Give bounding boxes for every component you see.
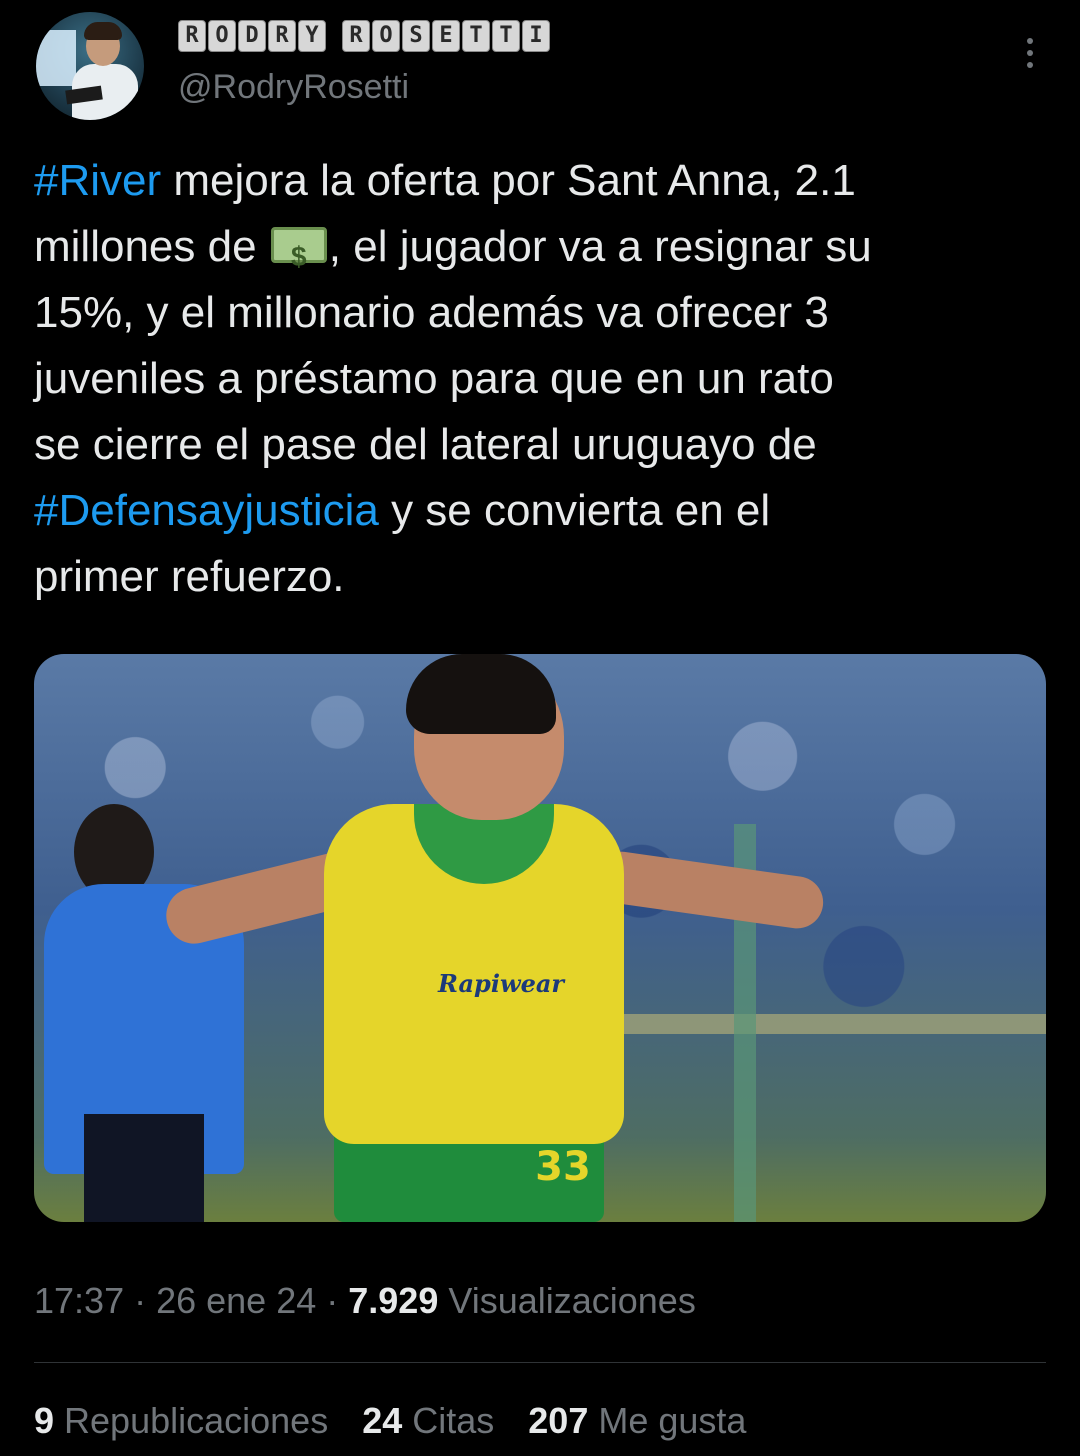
user-handle[interactable]: @RodryRosetti bbox=[178, 68, 409, 107]
name-letter-tile: S bbox=[402, 20, 430, 52]
tweet-text: #River mejora la oferta por Sant Anna, 2… bbox=[34, 148, 1044, 610]
name-letter-tile: E bbox=[432, 20, 460, 52]
name-letter-tile: I bbox=[522, 20, 550, 52]
name-letter-tile: Y bbox=[298, 20, 326, 52]
name-letter-tile: T bbox=[462, 20, 490, 52]
likes-stat[interactable]: 207 Me gusta bbox=[528, 1400, 746, 1442]
views-count: 7.929 bbox=[348, 1280, 439, 1321]
display-name-word: RODRY bbox=[178, 20, 326, 52]
reposts-stat[interactable]: 9 Republicaciones bbox=[34, 1400, 328, 1442]
tweet-time[interactable]: 17:37 bbox=[34, 1280, 124, 1321]
engagement-stats: 9 Republicaciones 24 Citas 207 Me gusta bbox=[34, 1400, 746, 1442]
tweet-photo[interactable]: Rapiwear 33 bbox=[34, 654, 1046, 1222]
tweet-detail: RODRYROSETTI @RodryRosetti #River mejora… bbox=[0, 0, 1080, 1456]
name-letter-tile: R bbox=[178, 20, 206, 52]
divider bbox=[34, 1362, 1046, 1363]
tweet-meta: 17:37 · 26 ene 24 · 7.929 Visualizacione… bbox=[34, 1280, 696, 1321]
name-letter-tile: T bbox=[492, 20, 520, 52]
quotes-stat[interactable]: 24 Citas bbox=[362, 1400, 494, 1442]
more-options-icon[interactable] bbox=[1024, 38, 1036, 78]
avatar[interactable] bbox=[36, 12, 144, 120]
name-letter-tile: D bbox=[238, 20, 266, 52]
tweet-header: RODRYROSETTI @RodryRosetti bbox=[36, 12, 1044, 122]
jersey-number: 33 bbox=[535, 1144, 591, 1190]
money-bill-icon bbox=[270, 224, 327, 290]
jersey-sponsor: Rapiwear bbox=[438, 969, 565, 998]
display-name[interactable]: RODRYROSETTI bbox=[178, 20, 550, 52]
name-letter-tile: O bbox=[372, 20, 400, 52]
tweet-date[interactable]: 26 ene 24 bbox=[156, 1280, 316, 1321]
hashtag-link[interactable]: #Defensayjusticia bbox=[34, 486, 379, 535]
name-letter-tile: O bbox=[208, 20, 236, 52]
hashtag-link[interactable]: #River bbox=[34, 156, 161, 205]
name-letter-tile: R bbox=[342, 20, 370, 52]
name-letter-tile: R bbox=[268, 20, 296, 52]
display-name-word: ROSETTI bbox=[342, 20, 550, 52]
views-label: Visualizaciones bbox=[438, 1280, 696, 1321]
